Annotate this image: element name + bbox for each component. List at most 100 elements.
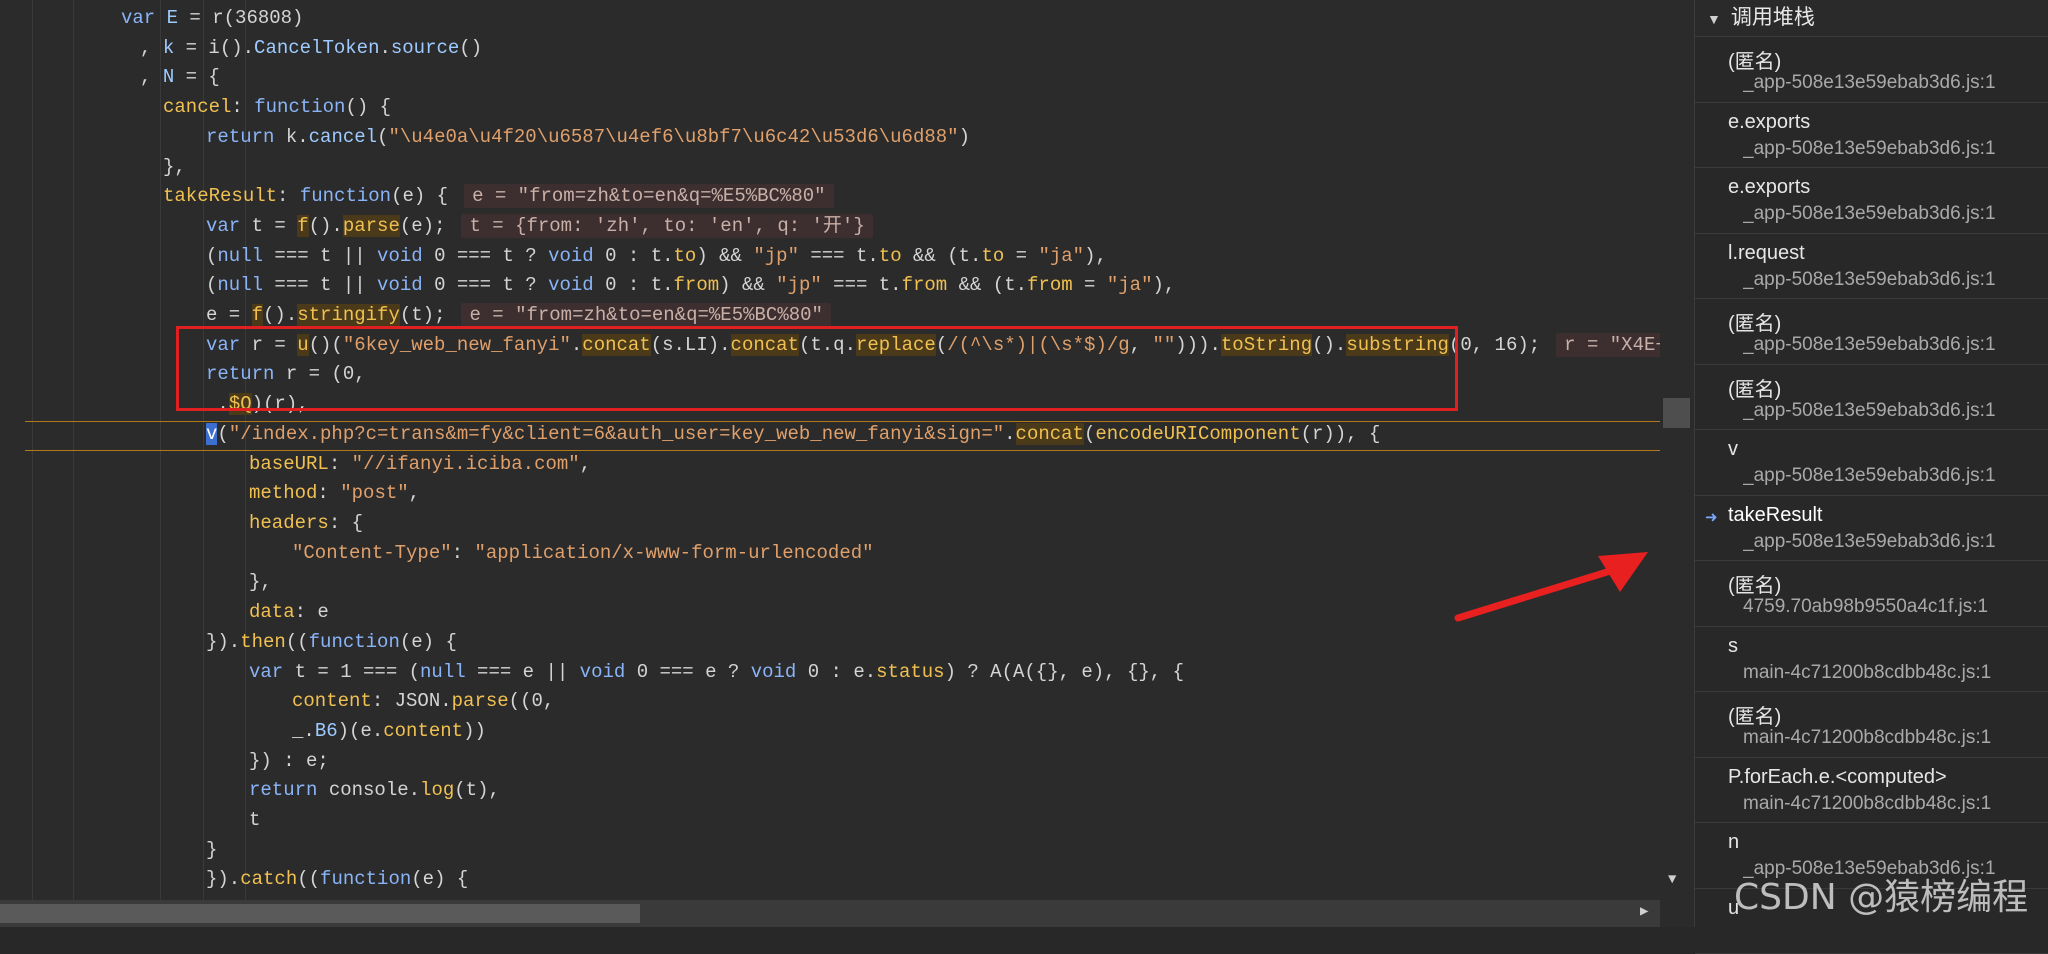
code-token: (). [309,215,343,237]
frame-function-name: (匿名) [1728,373,1781,402]
call-stack-frame[interactable]: (匿名)main-4c71200b8cdbb48c.js:1 [1695,692,2048,758]
code-token: v [206,423,217,445]
call-stack-frame[interactable]: l.request_app-508e13e59ebab3d6.js:1 [1695,234,2048,300]
frame-location-link[interactable]: _app-508e13e59ebab3d6.js:1 [1743,334,1996,356]
code-token: ( [377,126,388,148]
code-token: (t), [454,779,500,801]
code-token: (t); [400,304,446,326]
code-token: ( [1084,423,1095,445]
code-token: return [249,779,329,801]
code-token: from [1027,274,1073,296]
vertical-scroll-thumb[interactable] [1663,398,1690,428]
horizontal-scroll-thumb[interactable] [0,904,640,923]
frame-location-link[interactable]: main-4c71200b8cdbb48c.js:1 [1743,727,1991,749]
code-token: = { [174,66,220,88]
code-token: t [249,809,260,831]
horizontal-scrollbar[interactable]: ▶ [0,900,1660,927]
code-token: . [1004,423,1015,445]
call-stack-frame[interactable]: (匿名)_app-508e13e59ebab3d6.js:1 [1695,37,2048,103]
code-token: void [548,274,605,296]
code-token: && (t. [947,274,1027,296]
code-token: (e); [400,215,446,237]
code-token: k. [286,126,309,148]
highlight-box [176,326,1458,411]
scroll-right-arrow-icon[interactable]: ▶ [1640,903,1648,920]
code-token: method [249,482,317,504]
code-token: null [217,245,263,267]
code-token: E [167,7,178,29]
collapse-triangle-icon[interactable]: ▼ [1707,1,1721,37]
frame-location-link[interactable]: main-4c71200b8cdbb48c.js:1 [1743,793,1991,815]
code-token: () [459,37,482,59]
call-stack-frame[interactable]: e.exports_app-508e13e59ebab3d6.js:1 [1695,103,2048,169]
code-token: f [252,304,263,326]
call-stack-frame[interactable]: smain-4c71200b8cdbb48c.js:1 [1695,627,2048,693]
call-stack-frame[interactable]: (匿名)_app-508e13e59ebab3d6.js:1 [1695,299,2048,365]
code-token: , [580,453,591,475]
frame-function-name: (匿名) [1728,700,1781,729]
call-stack-frame[interactable]: v_app-508e13e59ebab3d6.js:1 [1695,430,2048,496]
frame-location-link[interactable]: _app-508e13e59ebab3d6.js:1 [1743,531,1996,553]
code-token: "jp" [776,274,822,296]
scroll-down-arrow-icon[interactable]: ▼ [1668,872,1676,888]
code-token: t = [252,215,298,237]
frame-location-link[interactable]: main-4c71200b8cdbb48c.js:1 [1743,662,1991,684]
code-token: "ja" [1038,245,1084,267]
code-token: encodeURIComponent [1095,423,1300,445]
call-stack-frame[interactable]: (匿名)_app-508e13e59ebab3d6.js:1 [1695,365,2048,431]
code-token: cancel [309,126,377,148]
code-token: = i(). [174,37,254,59]
code-token: then [240,631,286,653]
code-token: } [206,839,217,861]
code-line: "Content-Type": "application/x-www-form-… [292,538,874,568]
call-stack-title: 调用堆栈 [1731,6,1815,29]
code-token: ), [1084,245,1107,267]
code-token: : [452,542,475,564]
code-token: : [317,482,340,504]
frame-location-link[interactable]: 4759.70ab98b9550a4c1f.js:1 [1743,596,1988,618]
code-token: }). [206,631,240,653]
frame-function-name: takeResult [1728,504,1823,527]
code-token: (). [263,304,297,326]
code-token: baseURL [249,453,329,475]
call-stack-header[interactable]: ▼ 调用堆栈 [1695,0,2048,37]
code-line: var t = 1 === (null === e || void 0 === … [249,657,1184,687]
call-stack-frame[interactable]: (匿名)4759.70ab98b9550a4c1f.js:1 [1695,561,2048,627]
code-token: : { [329,512,363,534]
paused-line-marker-top [25,421,1660,422]
code-token: )(e. [338,720,384,742]
code-line: , k = i().CancelToken.source() [140,33,482,63]
code-token: , [140,37,163,59]
code-token: var [121,7,167,29]
call-stack-frame[interactable]: e.exports_app-508e13e59ebab3d6.js:1 [1695,168,2048,234]
code-token: : JSON. [372,690,452,712]
code-token: null [420,661,466,683]
code-token: catch [240,868,297,890]
code-editor[interactable]: var E = r(36808), k = i().CancelToken.so… [0,0,1660,900]
code-token: === t || [263,274,377,296]
code-token: : [277,185,300,207]
code-token: ) [959,126,970,148]
call-stack-frame[interactable]: ➜takeResult_app-508e13e59ebab3d6.js:1 [1695,496,2048,562]
code-token: === t. [799,245,879,267]
frame-function-name: s [1728,635,1738,658]
code-token: }). [206,868,240,890]
frame-location-link[interactable]: _app-508e13e59ebab3d6.js:1 [1743,203,1996,225]
frame-location-link[interactable]: _app-508e13e59ebab3d6.js:1 [1743,400,1996,422]
code-token: = [178,7,212,29]
frame-location-link[interactable]: _app-508e13e59ebab3d6.js:1 [1743,269,1996,291]
code-token: : [231,96,254,118]
vertical-scrollbar[interactable]: ▼ [1660,0,1694,900]
code-token: === e || [466,661,580,683]
code-token: === t. [822,274,902,296]
frame-location-link[interactable]: _app-508e13e59ebab3d6.js:1 [1743,138,1996,160]
frame-location-link[interactable]: _app-508e13e59ebab3d6.js:1 [1743,465,1996,487]
inline-value-badge: t = {from: 'zh', to: 'en', q: '开'} [461,214,872,238]
call-stack-panel: ▼调用堆栈 (匿名)_app-508e13e59ebab3d6.js:1e.ex… [1694,0,2048,927]
frame-location-link[interactable]: _app-508e13e59ebab3d6.js:1 [1743,72,1996,94]
code-line: (null === t || void 0 === t ? void 0 : t… [206,241,1107,271]
code-token: 0 === t ? [434,274,548,296]
call-stack-frame[interactable]: P.forEach.e.<computed>main-4c71200b8cdbb… [1695,758,2048,824]
code-token: t = 1 === ( [295,661,420,683]
code-line: headers: { [249,508,363,538]
